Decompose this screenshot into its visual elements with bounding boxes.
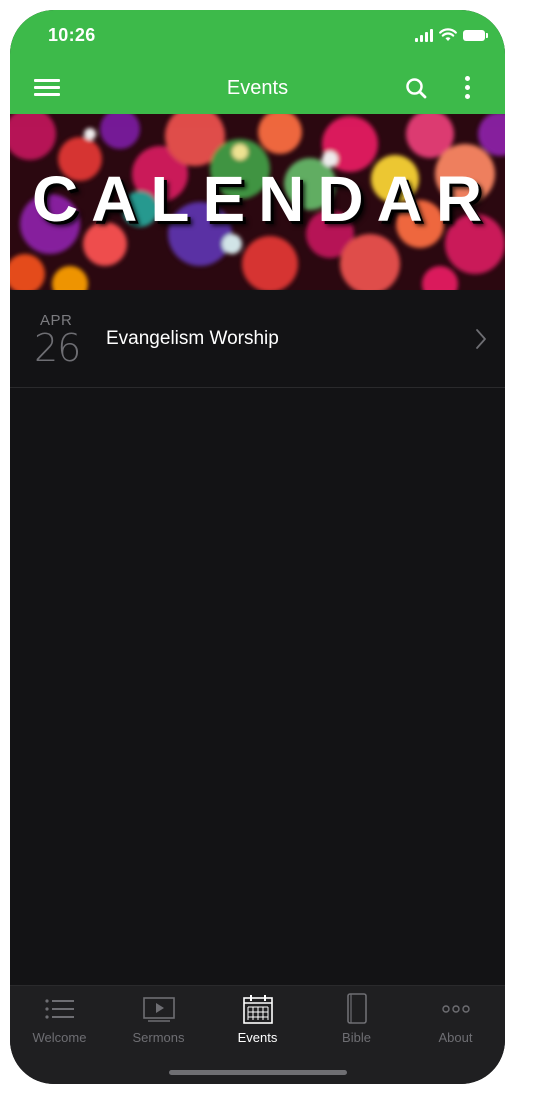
chevron-right-icon: [476, 329, 486, 349]
status-time: 10:26: [48, 25, 96, 45]
play-video-icon: [142, 997, 175, 1022]
calendar-banner: CALENDAR: [10, 114, 505, 290]
search-icon[interactable]: [405, 77, 427, 99]
tab-bar: Welcome Sermons Events Bible About: [10, 985, 505, 1084]
tab-welcome[interactable]: Welcome: [10, 986, 109, 1056]
nav-bar: Events: [10, 68, 505, 108]
event-row[interactable]: APR 26 Evangelism Worship: [10, 290, 505, 388]
list-icon: [44, 999, 74, 1019]
tab-label: Events: [237, 1030, 278, 1045]
calendar-icon: [242, 995, 273, 1024]
banner-title: CALENDAR: [31, 163, 496, 235]
tab-label: Welcome: [32, 1030, 87, 1045]
more-vertical-icon[interactable]: [464, 75, 472, 101]
phone-screen: 10:26 Events CALENDAR APR 26 Evangelism …: [10, 10, 505, 1084]
tab-about[interactable]: About: [406, 986, 505, 1056]
tab-label: Bible: [342, 1030, 371, 1045]
tab-sermons[interactable]: Sermons: [109, 986, 208, 1056]
tab-label: About: [438, 1030, 473, 1045]
battery-icon: [463, 29, 488, 41]
book-icon: [346, 993, 367, 1024]
home-indicator[interactable]: [168, 1070, 347, 1075]
tab-events[interactable]: Events: [208, 986, 307, 1056]
status-bar: 10:26: [10, 10, 505, 60]
event-day: 26: [34, 326, 81, 370]
tab-label: Sermons: [132, 1030, 185, 1045]
tab-bible[interactable]: Bible: [307, 986, 406, 1056]
event-title: Evangelism Worship: [106, 328, 279, 349]
app-header: 10:26 Events: [10, 10, 505, 114]
status-icons: [415, 27, 488, 43]
dots-icon: [441, 1005, 470, 1013]
page-title: Events: [226, 77, 289, 99]
wifi-icon: [439, 28, 457, 41]
event-list: APR 26 Evangelism Worship: [10, 290, 505, 388]
cellular-signal-icon: [415, 28, 433, 42]
